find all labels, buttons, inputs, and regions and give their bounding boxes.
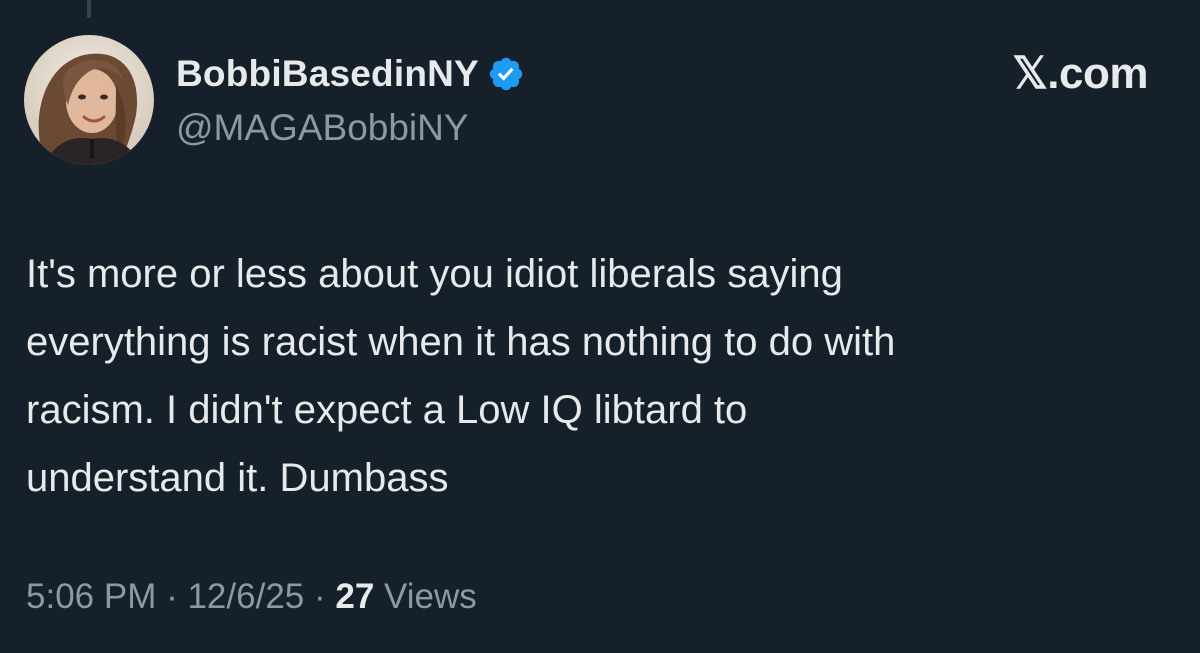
display-name[interactable]: BobbiBasedinNY (176, 53, 479, 95)
tweet-date[interactable]: 12/6/25 (187, 577, 304, 616)
meta-separator: · (156, 577, 188, 616)
tweet-metadata: 5:06 PM · 12/6/25 · 27 Views (26, 574, 477, 620)
author-name-row[interactable]: BobbiBasedinNY (176, 50, 525, 98)
tweet-text-line: everything is racist when it has nothing… (26, 320, 896, 364)
tweet-text: It's more or less about you idiot libera… (26, 240, 1146, 512)
thread-connector-line (87, 0, 91, 18)
tweet-text-line: It's more or less about you idiot libera… (26, 252, 843, 296)
verified-badge-icon (487, 55, 525, 93)
views-count[interactable]: 27 (335, 577, 374, 616)
avatar[interactable] (24, 35, 154, 165)
meta-separator: · (304, 577, 336, 616)
views-label[interactable]: Views (374, 577, 477, 616)
brand-watermark: 𝕏.com (1012, 49, 1148, 98)
author-handle[interactable]: @MAGABobbiNY (176, 104, 469, 152)
profile-photo-icon (24, 35, 154, 165)
tweet-text-line: understand it. Dumbass (26, 456, 449, 500)
tweet-text-line: racism. I didn't expect a Low IQ libtard… (26, 388, 748, 432)
tweet-time[interactable]: 5:06 PM (26, 577, 156, 616)
